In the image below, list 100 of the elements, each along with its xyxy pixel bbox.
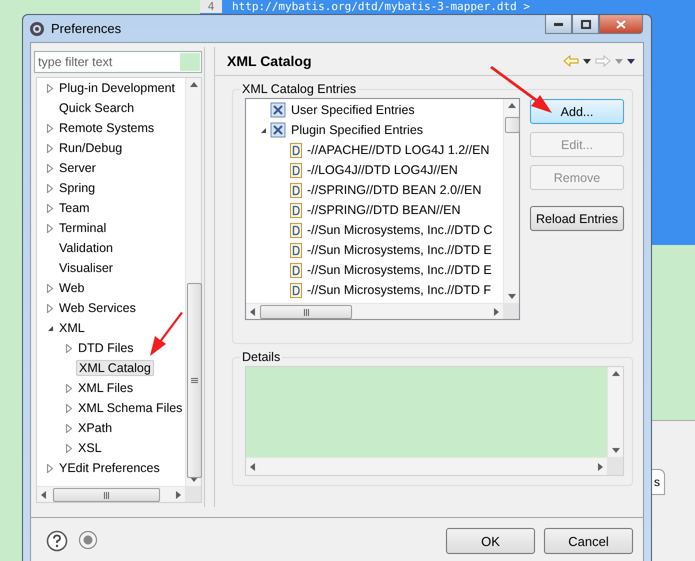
expand-icon[interactable]	[47, 304, 53, 312]
scroll-thumb[interactable]	[260, 305, 352, 319]
scroll-up-icon[interactable]	[508, 103, 516, 108]
details-field[interactable]	[246, 367, 607, 457]
document-icon	[290, 282, 302, 298]
document-icon	[290, 262, 302, 278]
tree-item[interactable]: Team	[57, 200, 92, 216]
document-icon	[290, 182, 302, 198]
page-title: XML Catalog	[227, 53, 312, 69]
filter-field[interactable]: type filter text	[34, 51, 202, 73]
catalog-entry[interactable]: -//Sun Microsystems, Inc.//DTD E	[307, 243, 492, 257]
catalog-entry[interactable]: Plugin Specified Entries	[291, 123, 424, 137]
grip-icon	[191, 377, 198, 384]
tree-item[interactable]: Visualiser	[57, 260, 115, 276]
scroll-left-icon[interactable]	[250, 308, 255, 316]
window-title: Preferences	[51, 21, 122, 36]
scroll-thumb[interactable]	[187, 283, 202, 478]
scrollbar-corner	[503, 303, 519, 319]
scrollbar-corner	[185, 486, 202, 502]
tree-item[interactable]: Server	[57, 160, 98, 176]
catalog-entry[interactable]: -//LOG4J//DTD LOG4J//EN	[307, 163, 458, 177]
close-icon	[616, 20, 626, 28]
scroll-left-icon[interactable]	[41, 490, 46, 498]
scroll-right-icon[interactable]	[494, 308, 499, 316]
scroll-right-icon[interactable]	[176, 490, 182, 498]
catalog-entry[interactable]: -//Sun Microsystems, Inc.//DTD E	[307, 263, 492, 277]
scrollbar-corner	[607, 457, 623, 475]
action-button[interactable]: Reload Entries	[530, 206, 624, 231]
scroll-thumb[interactable]	[53, 488, 160, 502]
expand-icon[interactable]	[47, 224, 53, 232]
annotation-arrow	[490, 66, 552, 113]
document-icon	[290, 242, 302, 258]
expand-icon[interactable]	[47, 184, 53, 192]
expand-icon[interactable]	[47, 164, 53, 172]
tree-item[interactable]: XML Catalog	[76, 360, 154, 376]
dialog-button[interactable]: OK	[446, 528, 535, 554]
action-button[interactable]: Add...	[530, 99, 624, 124]
tree-item[interactable]: Remote Systems	[57, 120, 156, 136]
minimize-button[interactable]	[545, 15, 572, 34]
code-line: http://mybatis.org/dtd/mybatis-3-mapper.dtd >	[232, 0, 530, 13]
dialog-button[interactable]: Cancel	[544, 528, 633, 554]
expand-icon[interactable]	[66, 404, 72, 412]
scrollbar[interactable]	[37, 486, 186, 502]
tree-item[interactable]: Validation	[57, 240, 115, 256]
catalog-icon	[270, 122, 286, 138]
catalog-entry[interactable]: -//APACHE//DTD LOG4J 1.2//EN	[307, 143, 490, 157]
scroll-right-icon[interactable]	[598, 462, 603, 470]
catalog-entry[interactable]: User Specified Entries	[291, 103, 415, 117]
expand-icon[interactable]	[47, 284, 53, 292]
scroll-thumb[interactable]	[505, 117, 520, 133]
expand-icon[interactable]	[66, 344, 72, 352]
scroll-up-icon[interactable]	[190, 82, 198, 87]
help-icon[interactable]	[46, 530, 68, 552]
collapse-icon[interactable]	[260, 126, 266, 134]
expand-icon[interactable]	[47, 84, 53, 92]
tree-item[interactable]: XPath	[76, 420, 114, 436]
group-label: XML Catalog Entries	[241, 82, 358, 96]
tree-item[interactable]: Terminal	[57, 220, 108, 236]
scroll-left-icon[interactable]	[250, 462, 255, 470]
scrollbar[interactable]	[246, 303, 503, 319]
expand-icon[interactable]	[66, 424, 72, 432]
tree-item[interactable]: Quick Search	[57, 100, 136, 116]
annotation-arrow	[150, 312, 183, 356]
scroll-down-icon[interactable]	[508, 294, 516, 299]
tree-item[interactable]: Web	[57, 280, 86, 296]
scrollbar[interactable]	[503, 99, 519, 303]
close-button[interactable]	[599, 15, 643, 34]
tree-item[interactable]: Run/Debug	[57, 140, 124, 156]
scroll-up-icon[interactable]	[612, 371, 620, 376]
catalog-entry[interactable]: -//Sun Microsystems, Inc.//DTD F	[307, 283, 492, 297]
catalog-entry[interactable]: -//SPRING//DTD BEAN 2.0//EN	[307, 183, 482, 197]
record-icon[interactable]	[78, 530, 98, 550]
document-icon	[290, 202, 302, 218]
tree-item[interactable]: XML Files	[76, 380, 136, 396]
catalog-entry[interactable]: -//SPRING//DTD BEAN//EN	[307, 203, 460, 217]
grip-icon	[103, 492, 110, 498]
tree-item[interactable]: YEdit Preferences	[57, 460, 162, 476]
expand-icon[interactable]	[47, 124, 53, 132]
expand-icon[interactable]	[47, 144, 53, 152]
gear-icon	[29, 20, 45, 36]
caret-icon[interactable]	[583, 58, 591, 64]
expand-icon[interactable]	[47, 464, 53, 472]
tree-item[interactable]: Web Services	[57, 300, 138, 316]
tree-item[interactable]: Plug-in Development	[57, 80, 178, 96]
expand-icon[interactable]	[66, 384, 72, 392]
tree-item[interactable]: XML	[57, 320, 87, 336]
editor-tab[interactable]: s	[652, 469, 665, 495]
scroll-down-icon[interactable]	[612, 448, 620, 453]
maximize-button[interactable]	[572, 15, 599, 34]
catalog-entry[interactable]: -//Sun Microsystems, Inc.//DTD C	[307, 223, 492, 237]
collapse-icon[interactable]	[46, 324, 54, 332]
tree-item[interactable]: DTD Files	[76, 340, 136, 356]
scrollbar[interactable]	[185, 78, 202, 486]
maximize-icon	[580, 20, 590, 28]
scrollbar[interactable]	[607, 367, 623, 457]
tree-item[interactable]: Spring	[57, 180, 98, 196]
expand-icon[interactable]	[66, 444, 72, 452]
tree-item[interactable]: XSL	[76, 440, 104, 456]
tree-item[interactable]: XML Schema Files	[76, 400, 184, 416]
expand-icon[interactable]	[47, 204, 53, 212]
